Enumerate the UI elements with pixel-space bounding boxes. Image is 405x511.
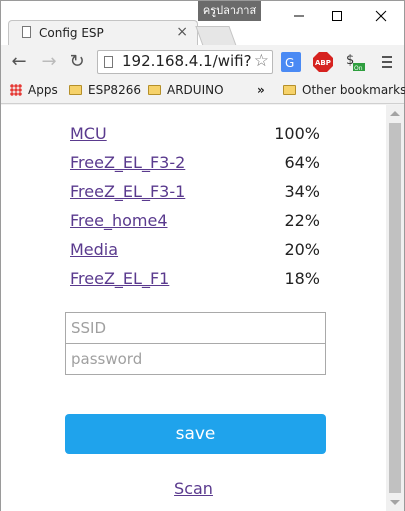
translate-extension-icon[interactable]: G bbox=[281, 52, 301, 72]
network-ssid-link[interactable]: MCU bbox=[70, 124, 107, 143]
network-ssid-link[interactable]: FreeZ_EL_F3-1 bbox=[70, 182, 185, 201]
price-extension-icon[interactable]: $ On bbox=[345, 52, 365, 72]
tab-title: Config ESP bbox=[39, 26, 104, 40]
title-bar: ครูปลาภาส Config ESP × bbox=[1, 1, 404, 46]
vertical-scrollbar[interactable] bbox=[386, 105, 404, 511]
network-signal: 34% bbox=[284, 182, 320, 201]
menu-icon[interactable] bbox=[377, 52, 397, 72]
scroll-up-arrow[interactable] bbox=[390, 111, 400, 116]
network-signal: 18% bbox=[284, 269, 320, 288]
reload-icon[interactable]: ↻ bbox=[65, 51, 89, 73]
url-text[interactable]: 192.168.4.1/wifi? bbox=[122, 52, 252, 70]
bookmark-folder-esp8266[interactable]: ESP8266 bbox=[69, 83, 141, 99]
save-button[interactable]: save bbox=[65, 414, 326, 454]
network-signal: 64% bbox=[284, 153, 320, 172]
network-signal: 22% bbox=[284, 211, 320, 230]
scrollbar-thumb[interactable] bbox=[389, 123, 401, 493]
bookmark-star-icon[interactable]: ☆ bbox=[254, 51, 269, 71]
svg-text:On: On bbox=[354, 65, 363, 72]
bookmark-apps[interactable]: Apps bbox=[10, 83, 58, 99]
browser-window: ครูปลาภาส Config ESP × ← → ↻ 192.168.4.1… bbox=[0, 0, 405, 511]
folder-icon bbox=[69, 85, 82, 95]
network-ssid-link[interactable]: Media bbox=[70, 240, 118, 259]
scroll-down-arrow[interactable] bbox=[390, 500, 400, 505]
bookmarks-overflow-button[interactable]: » bbox=[257, 83, 265, 99]
network-row: FreeZ_EL_F3-1 34% bbox=[70, 182, 320, 206]
svg-text:ABP: ABP bbox=[315, 59, 331, 67]
network-ssid-link[interactable]: Free_home4 bbox=[70, 211, 168, 230]
scan-link[interactable]: Scan bbox=[174, 479, 213, 498]
network-ssid-link[interactable]: FreeZ_EL_F1 bbox=[70, 269, 169, 288]
page-content: MCU 100% FreeZ_EL_F3-2 64% FreeZ_EL_F3-1… bbox=[1, 105, 386, 511]
address-bar[interactable]: 192.168.4.1/wifi? ☆ bbox=[97, 50, 273, 74]
page-info-icon[interactable] bbox=[104, 56, 113, 68]
ssid-input[interactable] bbox=[65, 312, 326, 344]
network-row: Free_home4 22% bbox=[70, 211, 320, 235]
forward-icon[interactable]: → bbox=[37, 51, 61, 73]
toolbar: ← → ↻ 192.168.4.1/wifi? ☆ G ABP $ On bbox=[1, 45, 404, 79]
bookmark-label: ESP8266 bbox=[88, 83, 141, 97]
bookmark-folder-other[interactable]: Other bookmarks bbox=[283, 83, 405, 99]
scan-link-container: Scan bbox=[1, 479, 386, 498]
bookmark-label: Other bookmarks bbox=[302, 83, 405, 97]
network-row: FreeZ_EL_F1 18% bbox=[70, 269, 320, 293]
folder-icon bbox=[283, 85, 296, 95]
page-icon bbox=[22, 26, 31, 38]
network-row: FreeZ_EL_F3-2 64% bbox=[70, 153, 320, 177]
minimize-icon[interactable] bbox=[281, 1, 317, 31]
tab-config-esp[interactable]: Config ESP × bbox=[8, 20, 198, 46]
bookmark-apps-label: Apps bbox=[28, 83, 58, 97]
folder-icon bbox=[148, 85, 161, 95]
back-icon[interactable]: ← bbox=[7, 51, 31, 73]
bookmark-folder-arduino[interactable]: ARDUINO bbox=[148, 83, 224, 99]
maximize-icon[interactable] bbox=[319, 1, 355, 31]
svg-text:G: G bbox=[285, 56, 294, 70]
new-tab-button[interactable] bbox=[195, 26, 237, 46]
network-signal: 20% bbox=[284, 240, 320, 259]
close-window-icon[interactable] bbox=[363, 1, 399, 31]
network-ssid-link[interactable]: FreeZ_EL_F3-2 bbox=[70, 153, 185, 172]
network-row: Media 20% bbox=[70, 240, 320, 264]
password-input[interactable] bbox=[65, 343, 326, 375]
profile-badge[interactable]: ครูปลาภาส bbox=[198, 1, 261, 21]
network-row: MCU 100% bbox=[70, 124, 320, 148]
close-tab-icon[interactable]: × bbox=[176, 24, 188, 40]
apps-grid-icon bbox=[10, 84, 22, 96]
network-signal: 100% bbox=[274, 124, 320, 143]
adblock-plus-icon[interactable]: ABP bbox=[313, 52, 333, 72]
bookmark-label: ARDUINO bbox=[167, 83, 224, 97]
bookmarks-bar: Apps ESP8266 ARDUINO » Other bookmarks bbox=[1, 79, 405, 104]
